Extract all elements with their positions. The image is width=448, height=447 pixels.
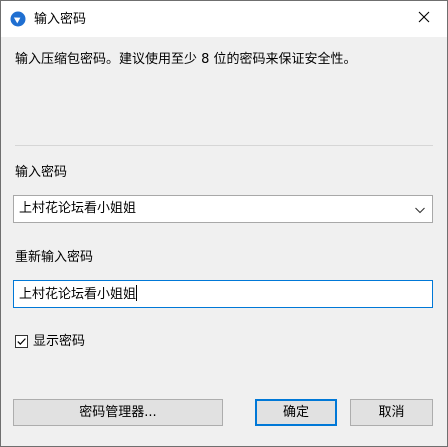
checkbox-box[interactable] (15, 334, 28, 348)
checkmark-icon (17, 337, 26, 345)
show-password-checkbox[interactable]: 显示密码 (15, 333, 85, 349)
window-title: 输入密码 (34, 12, 87, 27)
ok-button[interactable]: 确定 (255, 399, 337, 426)
confirm-password-label: 重新输入密码 (15, 250, 94, 265)
show-password-label: 显示密码 (33, 333, 86, 349)
dialog-content: 输入压缩包密码。建议使用至少 8 位的密码来保证安全性。 输入密码 上村花论坛看… (1, 37, 447, 385)
text-caret (136, 285, 138, 301)
confirm-password-text: 上村花论坛看小姐姐 (19, 287, 137, 302)
password-dialog: 输入密码 输入压缩包密码。建议使用至少 8 位的密码来保证安全性。 输入密码 上… (0, 0, 448, 447)
button-bar: 密码管理器... 确定 取消 (1, 385, 447, 446)
title-bar: 输入密码 (1, 1, 447, 37)
close-button[interactable] (401, 1, 447, 37)
separator (15, 145, 433, 146)
cancel-button[interactable]: 取消 (350, 399, 433, 426)
confirm-password-value: 上村花论坛看小姐姐 (19, 285, 138, 303)
password-label: 输入密码 (15, 165, 68, 180)
chevron-down-icon[interactable] (414, 204, 426, 214)
confirm-password-input[interactable]: 上村花论坛看小姐姐 (13, 280, 433, 308)
app-icon (10, 11, 26, 27)
password-manager-button[interactable]: 密码管理器... (13, 399, 223, 426)
password-combobox[interactable]: 上村花论坛看小姐姐 (13, 195, 433, 223)
password-value: 上村花论坛看小姐姐 (19, 201, 137, 216)
info-text: 输入压缩包密码。建议使用至少 8 位的密码来保证安全性。 (15, 52, 357, 67)
close-icon (418, 11, 430, 27)
